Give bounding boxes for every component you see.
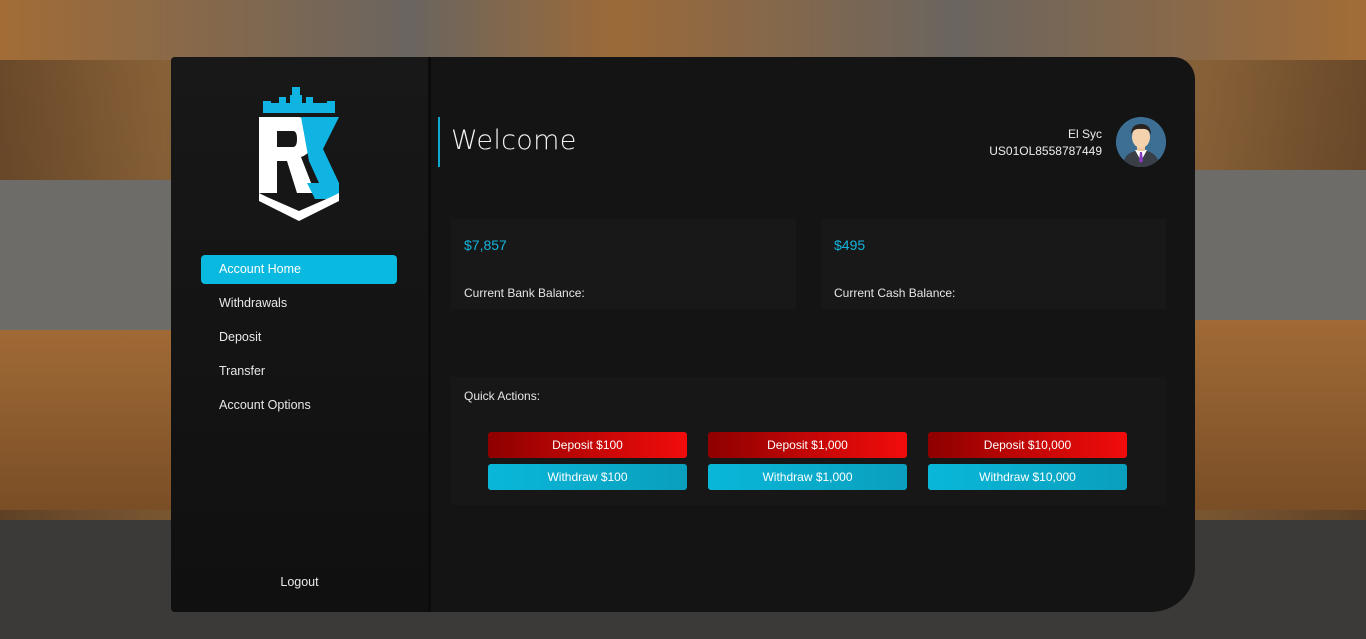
avatar xyxy=(1116,117,1166,167)
sidebar-item-transfer[interactable]: Transfer xyxy=(201,357,397,386)
sidebar-item-withdrawals[interactable]: Withdrawals xyxy=(201,289,397,318)
withdraw-1000-button[interactable]: Withdraw $1,000 xyxy=(708,464,907,490)
user-name: El Syc xyxy=(1067,127,1102,141)
deposit-100-button[interactable]: Deposit $100 xyxy=(488,432,687,458)
page-title: Welcome xyxy=(451,125,577,156)
sidebar-item-account-home[interactable]: Account Home xyxy=(201,255,397,284)
background-counter-left xyxy=(0,180,175,330)
background-counter-right xyxy=(1191,170,1366,320)
withdraw-100-button[interactable]: Withdraw $100 xyxy=(488,464,687,490)
quick-actions-panel: Quick Actions: Deposit $100 Deposit $1,0… xyxy=(451,377,1166,505)
title-accent-bar xyxy=(438,117,440,167)
deposit-10000-button[interactable]: Deposit $10,000 xyxy=(928,432,1127,458)
sidebar-nav: Account Home Withdrawals Deposit Transfe… xyxy=(201,255,397,425)
sidebar-item-deposit[interactable]: Deposit xyxy=(201,323,397,352)
bank-balance-amount: $7,857 xyxy=(464,237,507,253)
background-ceiling xyxy=(0,0,1366,60)
background-wood-left xyxy=(0,330,180,510)
bank-balance-label: Current Bank Balance: xyxy=(464,286,585,300)
cash-balance-card: $495 Current Cash Balance: xyxy=(821,219,1166,309)
sidebar-item-account-options[interactable]: Account Options xyxy=(201,391,397,420)
logout-button[interactable]: Logout xyxy=(171,575,428,589)
sidebar-divider xyxy=(428,57,431,612)
cash-balance-amount: $495 xyxy=(834,237,866,253)
account-id: US01OL8558787449 xyxy=(989,144,1102,158)
background-wood-right xyxy=(1186,320,1366,510)
user-avatar-icon xyxy=(1116,117,1166,167)
bank-balance-card: $7,857 Current Bank Balance: xyxy=(451,219,796,309)
deposit-1000-button[interactable]: Deposit $1,000 xyxy=(708,432,907,458)
withdraw-10000-button[interactable]: Withdraw $10,000 xyxy=(928,464,1127,490)
sidebar: Account Home Withdrawals Deposit Transfe… xyxy=(171,57,428,612)
cash-balance-label: Current Cash Balance: xyxy=(834,286,956,300)
quick-actions-title: Quick Actions: xyxy=(464,389,541,403)
rk-logo-icon xyxy=(257,87,341,221)
bank-panel: Account Home Withdrawals Deposit Transfe… xyxy=(171,57,1195,612)
